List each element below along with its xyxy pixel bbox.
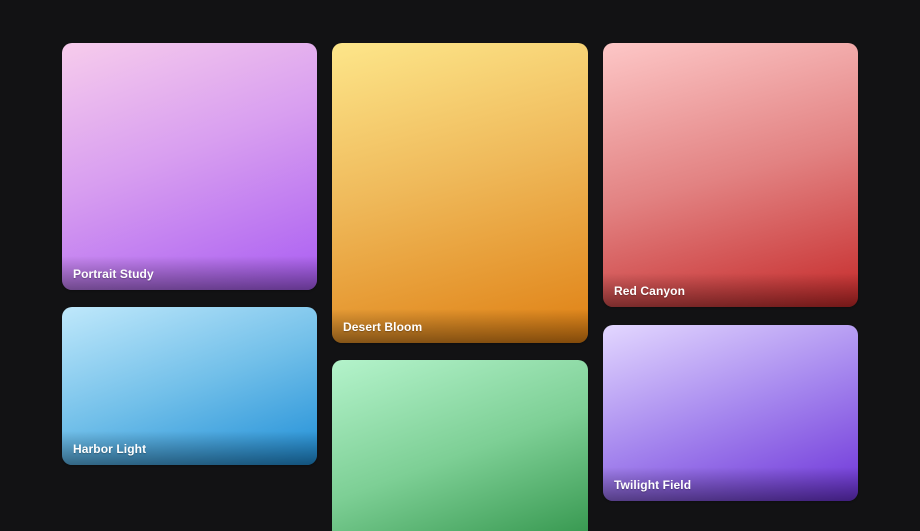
gallery-card-red-canyon[interactable]: Red Canyon xyxy=(603,43,858,307)
card-caption-overlay: Harbor Light xyxy=(62,431,317,465)
card-title: Twilight Field xyxy=(614,478,692,492)
gallery-card-harbor-light[interactable]: Harbor Light xyxy=(62,307,317,465)
card-caption-overlay: Portrait Study xyxy=(62,256,317,290)
card-title: Harbor Light xyxy=(73,442,147,456)
card-title: Red Canyon xyxy=(614,284,686,298)
card-title: Portrait Study xyxy=(73,267,154,281)
gallery-card-desert-bloom[interactable]: Desert Bloom xyxy=(332,43,588,343)
masonry-gallery: Portrait Study Desert Bloom Red Canyon H… xyxy=(0,0,920,531)
gallery-card-green[interactable] xyxy=(332,360,588,531)
gallery-card-portrait-study[interactable]: Portrait Study xyxy=(62,43,317,290)
card-caption-overlay: Twilight Field xyxy=(603,467,858,501)
card-caption-overlay: Red Canyon xyxy=(603,273,858,307)
card-title: Desert Bloom xyxy=(343,320,423,334)
card-caption-overlay: Desert Bloom xyxy=(332,309,588,343)
gallery-card-twilight-field[interactable]: Twilight Field xyxy=(603,325,858,501)
